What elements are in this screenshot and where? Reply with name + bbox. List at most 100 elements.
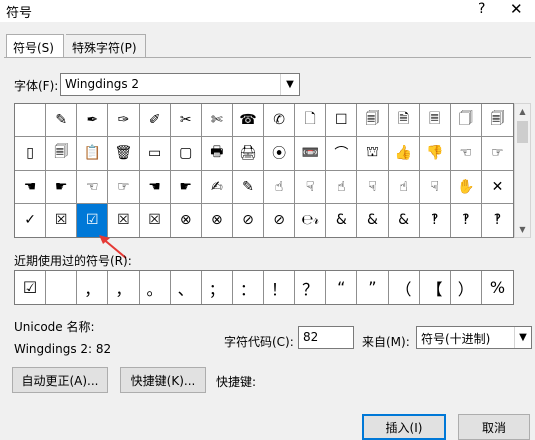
symbol-cell[interactable]: ☒ bbox=[140, 203, 171, 237]
symbol-cell[interactable]: ⊘ bbox=[264, 203, 296, 237]
recent-symbol-cell[interactable]: “ bbox=[326, 271, 358, 304]
recent-symbol-cell[interactable]: ） bbox=[451, 271, 482, 304]
symbol-cell[interactable]: ✓ bbox=[15, 203, 47, 237]
shortcut-key-button[interactable]: 快捷键(K)... bbox=[120, 367, 206, 393]
symbol-cell[interactable]: 🖨 bbox=[232, 137, 264, 171]
close-button[interactable]: ✕ bbox=[510, 0, 523, 18]
symbol-cell[interactable] bbox=[15, 104, 47, 138]
symbol-cell[interactable]: ▯ bbox=[15, 137, 47, 171]
unicode-name-label: Unicode 名称: bbox=[14, 320, 95, 334]
scroll-down-icon[interactable]: ▼ bbox=[515, 222, 530, 237]
symbol-cell[interactable]: ✆ bbox=[264, 104, 296, 138]
symbol-cell[interactable]: 🗋 bbox=[295, 104, 327, 138]
symbol-cell[interactable]: ✄ bbox=[201, 104, 233, 138]
symbol-cell[interactable]: ✋ bbox=[450, 170, 482, 204]
symbol-cell[interactable]: ☛ bbox=[170, 170, 202, 204]
symbol-cell[interactable]: ☎ bbox=[232, 104, 264, 138]
recent-symbol-cell[interactable]: 【 bbox=[420, 271, 451, 304]
symbol-cell[interactable]: 📋 bbox=[77, 137, 109, 171]
symbol-cell[interactable]: ☜ bbox=[450, 137, 482, 171]
symbol-cell[interactable]: ✂ bbox=[170, 104, 202, 138]
symbol-cell[interactable]: ✑ bbox=[108, 104, 140, 138]
recent-symbol-cell[interactable]: ？ bbox=[295, 271, 327, 304]
scroll-thumb[interactable] bbox=[517, 121, 528, 143]
symbol-cell[interactable]: 🗐 bbox=[46, 137, 78, 171]
help-button[interactable]: ? bbox=[478, 1, 485, 17]
recent-symbol-cell[interactable]: 。 bbox=[140, 271, 171, 304]
symbol-cell[interactable]: 🖶 bbox=[201, 137, 233, 171]
from-select[interactable]: 符号(十进制) ▼ bbox=[416, 326, 532, 349]
symbol-cell[interactable]: & bbox=[326, 203, 358, 237]
recent-symbol-cell[interactable]: ， bbox=[108, 271, 140, 304]
autocorrect-button[interactable]: 自动更正(A)... bbox=[12, 367, 108, 393]
symbol-cell[interactable]: ☛ bbox=[46, 170, 78, 204]
symbol-cell[interactable]: ⌒ bbox=[326, 137, 358, 171]
font-select-value: Wingdings 2 bbox=[65, 77, 140, 91]
symbol-cell[interactable]: ▭ bbox=[139, 137, 171, 171]
symbol-cell[interactable]: ✒ bbox=[77, 104, 109, 138]
symbol-cell[interactable]: 👎 bbox=[419, 137, 451, 171]
symbol-cell[interactable]: 🗑 bbox=[108, 137, 140, 171]
symbol-cell[interactable]: ‽ bbox=[420, 203, 451, 237]
scroll-up-icon[interactable]: ▲ bbox=[515, 104, 530, 119]
symbol-cell[interactable]: 🗏 bbox=[419, 104, 451, 138]
symbol-cell[interactable]: ☟ bbox=[419, 170, 451, 204]
symbol-cell[interactable]: ☝ bbox=[388, 170, 420, 204]
recent-symbol-cell[interactable] bbox=[46, 271, 78, 304]
cancel-button[interactable]: 取消 bbox=[458, 414, 530, 440]
symbol-cell[interactable]: 🗐 bbox=[481, 104, 513, 138]
insert-button[interactable]: 插入(I) bbox=[362, 414, 446, 440]
symbol-cell[interactable]: ⦿ bbox=[264, 137, 296, 171]
symbol-cell[interactable]: ☚ bbox=[139, 170, 171, 204]
recent-symbol-cell[interactable]: 、 bbox=[171, 271, 202, 304]
recent-symbol-cell[interactable]: ☑ bbox=[15, 271, 47, 304]
symbol-grid-scrollbar[interactable]: ▲ ▼ bbox=[514, 103, 531, 238]
from-select-value: 符号(十进制) bbox=[421, 332, 491, 346]
symbol-cell[interactable]: ☚ bbox=[15, 170, 47, 204]
char-code-value: 82 bbox=[303, 330, 319, 344]
tab-symbols[interactable]: 符号(S) bbox=[6, 34, 64, 58]
symbol-cell[interactable]: 📼 bbox=[295, 137, 327, 171]
recent-symbol-cell[interactable]: （ bbox=[389, 271, 420, 304]
symbol-cell[interactable]: ☟ bbox=[295, 170, 327, 204]
symbol-cell[interactable]: ☜ bbox=[77, 170, 109, 204]
recent-symbol-cell[interactable]: ： bbox=[233, 271, 264, 304]
symbol-cell[interactable]: ☞ bbox=[108, 170, 140, 204]
symbol-cell[interactable]: ☝ bbox=[326, 170, 358, 204]
recent-symbol-cell[interactable]: ” bbox=[357, 271, 389, 304]
symbol-cell[interactable]: & bbox=[357, 203, 389, 237]
symbol-cell[interactable]: ✕ bbox=[481, 171, 513, 204]
symbol-cell[interactable]: ▢ bbox=[170, 137, 202, 171]
symbol-cell[interactable]: ☝ bbox=[264, 170, 296, 204]
recent-symbol-cell[interactable]: ； bbox=[202, 271, 233, 304]
symbol-cell[interactable]: 🗍 bbox=[450, 104, 482, 138]
symbol-cell[interactable]: ☞ bbox=[481, 137, 513, 171]
symbol-cell[interactable]: ⊗ bbox=[171, 203, 202, 237]
char-code-input[interactable]: 82 bbox=[298, 326, 354, 349]
symbol-cell[interactable]: 🗎 bbox=[388, 104, 420, 138]
symbol-cell[interactable]: 👍 bbox=[388, 137, 420, 171]
recent-symbol-cell[interactable]: ， bbox=[77, 271, 109, 304]
symbol-cell[interactable]: ‽ bbox=[482, 204, 513, 237]
symbol-cell[interactable]: ☐ bbox=[326, 104, 358, 138]
symbol-cell[interactable]: 🗐 bbox=[357, 104, 389, 138]
symbol-cell[interactable]: ⊗ bbox=[202, 203, 233, 237]
symbol-cell[interactable]: ℮𝓇 bbox=[295, 203, 327, 237]
symbol-cell[interactable]: ⛫ bbox=[357, 137, 389, 171]
recent-symbol-cell[interactable]: ！ bbox=[264, 271, 296, 304]
font-select[interactable]: Wingdings 2 ▼ bbox=[60, 73, 300, 96]
symbol-cell[interactable]: ✍ bbox=[201, 170, 233, 204]
symbol-cell[interactable]: ✐ bbox=[139, 104, 171, 138]
symbol-cell[interactable]: ⊘ bbox=[233, 203, 264, 237]
symbol-cell[interactable]: ✎ bbox=[46, 104, 78, 138]
tab-special-characters[interactable]: 特殊字符(P) bbox=[66, 34, 146, 58]
symbol-cell[interactable]: ☟ bbox=[357, 170, 389, 204]
symbol-cell[interactable]: ☒ bbox=[46, 203, 78, 237]
recent-symbol-cell[interactable]: % bbox=[482, 271, 513, 304]
symbol-cell[interactable]: ‽ bbox=[451, 203, 482, 237]
symbol-cell[interactable]: & bbox=[389, 203, 420, 237]
chevron-down-icon[interactable]: ▼ bbox=[514, 327, 531, 348]
chevron-down-icon[interactable]: ▼ bbox=[280, 74, 299, 95]
shortcut-key-label: 快捷键: bbox=[216, 375, 257, 389]
symbol-cell[interactable]: ✎ bbox=[232, 170, 264, 204]
